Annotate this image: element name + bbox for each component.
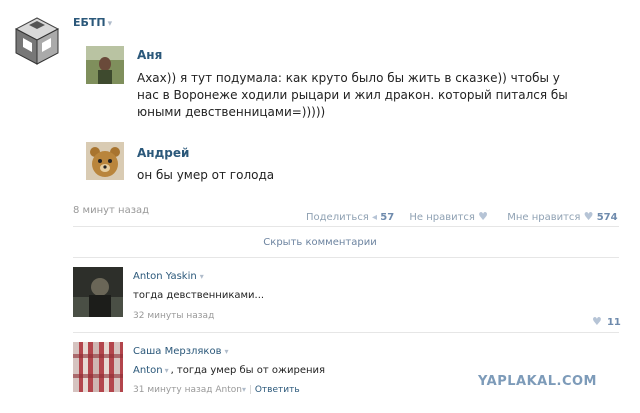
comment-like-button[interactable]: ♥ 11 [592, 310, 621, 329]
message-line: он бы умер от голода [137, 168, 275, 182]
like-button[interactable]: Мне нравится ♥ 574 [507, 210, 618, 223]
comment-text: Anton ▾, тогда умер бы от ожирения [133, 365, 325, 376]
comment-author[interactable]: Саша Мерзляков ▾ [133, 346, 229, 357]
avatar-anya[interactable] [86, 46, 124, 84]
heart-icon: ♥ [583, 210, 594, 223]
chevron-down-icon[interactable]: ▾ [200, 272, 204, 281]
avatar-sasha[interactable] [73, 342, 123, 392]
heart-icon: ♥ [478, 210, 489, 223]
group-name[interactable]: ЕБТП ▾ [73, 16, 112, 29]
share-label: Поделиться [306, 212, 369, 223]
separator: | [248, 385, 252, 395]
message-line: юными девственницами=))))) [137, 105, 326, 119]
avatar-anton[interactable] [73, 267, 123, 317]
comment-text: тогда девственниками... [133, 290, 265, 301]
comment-time[interactable]: 31 минуту назад [133, 385, 213, 395]
comment-body: , тогда умер бы от ожирения [170, 365, 326, 376]
chevron-down-icon[interactable]: ▾ [165, 366, 169, 375]
message-text: он бы умер от голода [137, 167, 274, 184]
reply-mention[interactable]: Anton [133, 365, 163, 376]
message-line: нас в Воронеже ходили рыцари и жил драко… [137, 88, 568, 102]
like-count: 574 [596, 212, 618, 223]
post-time[interactable]: 8 минут назад [73, 205, 149, 216]
dislike-label: Не нравится [409, 212, 475, 223]
divider [73, 332, 619, 333]
like-label: Мне нравится [507, 212, 581, 223]
post-actions: Поделиться ◂ 57 Не нравится ♥ Мне нравит… [306, 205, 618, 224]
comment-author[interactable]: Anton Yaskin ▾ [133, 271, 204, 282]
share-count: 57 [380, 212, 395, 223]
comment-time[interactable]: 32 минуты назад [133, 311, 214, 321]
watermark: YAPLAKAL.COM [478, 374, 597, 389]
reply-to-link[interactable]: Anton [215, 385, 242, 395]
group-logo[interactable] [14, 16, 60, 66]
heart-icon: ♥ [592, 315, 602, 328]
comment-like-count: 11 [606, 317, 621, 328]
chevron-down-icon[interactable]: ▾ [242, 385, 246, 394]
avatar-andrey[interactable] [86, 142, 124, 180]
chevron-down-icon[interactable]: ▾ [224, 347, 228, 356]
divider [73, 257, 619, 258]
chevron-down-icon[interactable]: ▾ [108, 19, 113, 29]
message-line: Ахах)) я тут подумала: как круто было бы… [137, 71, 560, 85]
message-text: Ахах)) я тут подумала: как круто было бы… [137, 70, 568, 121]
hide-comments-link[interactable]: Скрыть комментарии [0, 237, 640, 248]
share-button[interactable]: Поделиться ◂ 57 [306, 212, 397, 223]
message-author[interactable]: Аня [137, 48, 162, 62]
comment-meta: 31 минуту назад Anton▾ | Ответить [133, 385, 300, 395]
megaphone-icon: ◂ [372, 212, 378, 223]
divider [73, 226, 619, 227]
message-author[interactable]: Андрей [137, 146, 189, 160]
reply-button[interactable]: Ответить [255, 385, 300, 395]
dislike-button[interactable]: Не нравится ♥ [409, 210, 491, 223]
